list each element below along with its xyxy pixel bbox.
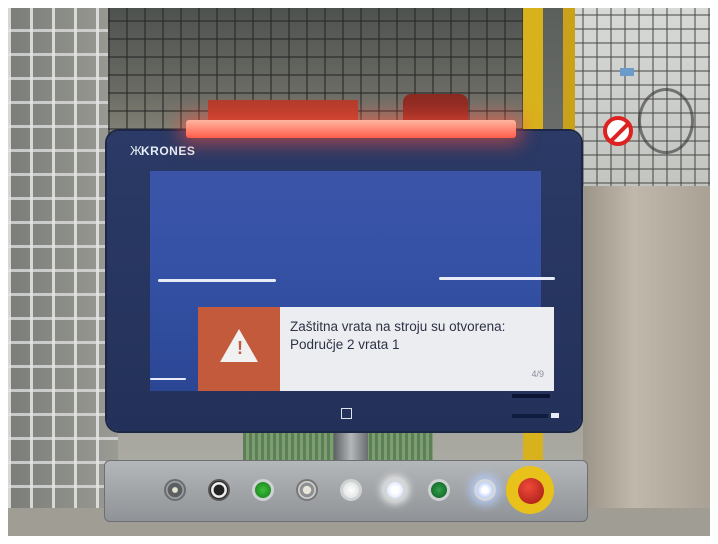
warning-light-bar [186, 120, 516, 138]
wire-fence-left [8, 8, 118, 536]
alarm-message[interactable]: ! Zaštitna vrata na stroju su otvorena: … [198, 307, 554, 391]
green-symbol-button[interactable] [428, 479, 450, 501]
cable-coil [638, 88, 694, 154]
white-button[interactable] [340, 479, 362, 501]
alarm-counter: 4/9 [531, 369, 544, 379]
emergency-stop-button[interactable] [518, 478, 544, 504]
selector-button[interactable] [296, 479, 318, 501]
screen-divider-right [439, 277, 555, 280]
illuminated-white-button[interactable] [384, 479, 406, 501]
hmi-monitor: Ж KRONES ! Zaštitna vrata na stroju su o… [107, 131, 581, 431]
steel-cabinet [583, 186, 710, 536]
black-ring-button[interactable] [208, 479, 230, 501]
status-indicator [551, 413, 559, 418]
no-hand-sign-icon [603, 116, 633, 146]
alarm-icon-box: ! [198, 307, 280, 391]
alarm-text: Zaštitna vrata na stroju su otvorena: Po… [290, 318, 540, 354]
alarm-line-1: Zaštitna vrata na stroju su otvorena: [290, 319, 506, 334]
green-button[interactable] [252, 479, 274, 501]
alarm-line-2: Područje 2 vrata 1 [290, 337, 400, 352]
status-strip [512, 394, 550, 398]
hmi-screen: ! Zaštitna vrata na stroju su otvorena: … [150, 171, 555, 391]
screen-divider-left [158, 279, 276, 282]
exclamation-icon: ! [237, 338, 243, 358]
brand-label: KRONES [141, 144, 196, 158]
button-panel [104, 460, 588, 522]
screen-divider-lower-left [150, 378, 186, 380]
illuminated-blue-button[interactable] [474, 479, 496, 501]
yellow-post-secondary [563, 8, 575, 148]
photo: Ж KRONES ! Zaštitna vrata na stroju su o… [8, 8, 710, 536]
home-button[interactable] [341, 408, 352, 419]
blue-label [620, 68, 634, 76]
key-switch[interactable] [164, 479, 186, 501]
status-bar [512, 414, 548, 418]
